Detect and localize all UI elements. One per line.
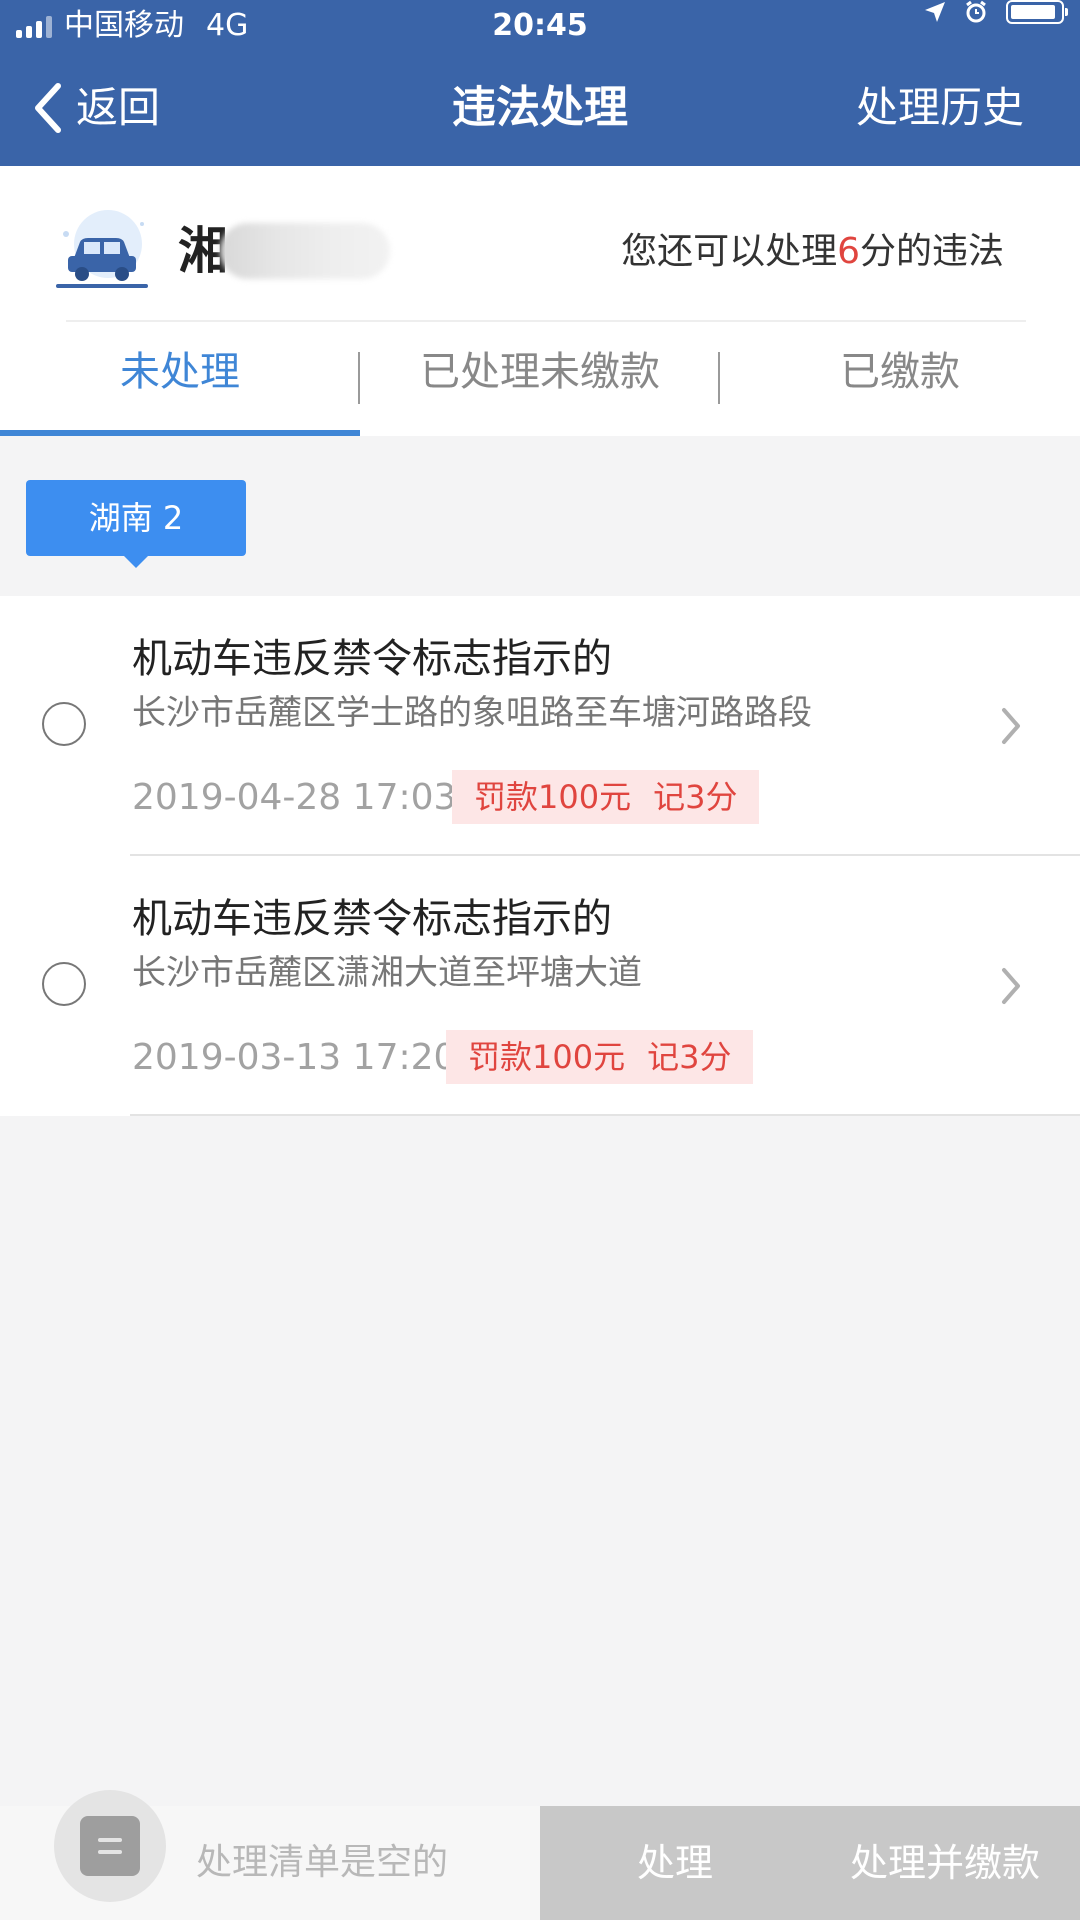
cart-button[interactable] [54,1790,166,1902]
penalty-badge: 罚款100元 记3分 [452,770,760,824]
penalty-badge: 罚款100元 记3分 [446,1030,754,1084]
points-quota: 您还可以处理6分的违法 [621,226,1004,278]
violation-item[interactable]: 机动车违反禁令标志指示的 长沙市岳麓区潇湘大道至坪塘大道 2019-03-13 … [0,856,1080,1116]
status-bar: 中国移动 4G 20:45 [0,0,1080,52]
list-icon [80,1816,140,1876]
violation-title: 机动车违反禁令标志指示的 [132,896,612,942]
tab-unprocessed[interactable]: 未处理 [0,322,360,436]
plate-redacted [220,223,390,279]
violation-title: 机动车违反禁令标志指示的 [132,636,612,682]
app-header: 中国移动 4G 20:45 返回 违法处理 处理历史 [0,0,1080,166]
violation-datetime: 2019-04-28 17:03 [132,777,457,818]
chevron-right-icon [1002,968,1020,1004]
bottom-action-bar: 处理清单是空的 处理 处理并缴款 [0,1790,1080,1920]
fine-amount: 罚款100元 [468,1038,626,1076]
violation-item[interactable]: 机动车违反禁令标志指示的 长沙市岳麓区学士路的象咀路至车塘河路路段 2019-0… [0,596,1080,856]
row-divider [130,1114,1080,1116]
process-button[interactable]: 处理 [540,1806,810,1920]
cart-area[interactable]: 处理清单是空的 [0,1790,540,1920]
license-plate: 湘 [178,216,390,286]
status-tabs: 未处理 已处理未缴款 已缴款 [0,322,1080,436]
fine-amount: 罚款100元 [474,778,632,816]
select-radio[interactable] [42,962,86,1006]
quota-prefix: 您还可以处理 [621,231,838,272]
status-time: 20:45 [492,8,588,43]
battery-icon [1006,0,1068,24]
quota-points: 6 [837,231,860,272]
demerit-points: 记3分 [653,778,738,816]
navigation-bar: 返回 违法处理 处理历史 [0,52,1080,166]
alarm-icon [966,0,986,23]
tab-processed-unpaid[interactable]: 已处理未缴款 [360,322,720,436]
vehicle-card: 湘 您还可以处理6分的违法 未处理 已处理未缴款 已缴款 [0,166,1080,436]
violation-location: 长沙市岳麓区学士路的象咀路至车塘河路路段 [132,693,812,733]
region-filter-tag[interactable]: 湖南 2 [26,480,246,568]
select-radio[interactable] [42,702,86,746]
process-and-pay-button[interactable]: 处理并缴款 [810,1806,1080,1920]
violation-list: 机动车违反禁令标志指示的 长沙市岳麓区学士路的象咀路至车塘河路路段 2019-0… [0,596,1080,1116]
history-button[interactable]: 处理历史 [856,80,1024,136]
location-arrow-icon [925,2,945,22]
violation-location: 长沙市岳麓区潇湘大道至坪塘大道 [132,953,642,993]
violation-datetime: 2019-03-13 17:20 [132,1037,457,1078]
status-right [924,0,1068,24]
tab-paid[interactable]: 已缴款 [720,322,1080,436]
active-tab-indicator [0,430,360,436]
car-icon [50,206,150,292]
demerit-points: 记3分 [647,1038,732,1076]
quota-suffix: 分的违法 [859,231,1004,272]
chevron-right-icon [1002,708,1020,744]
cart-empty-text: 处理清单是空的 [196,1842,449,1883]
